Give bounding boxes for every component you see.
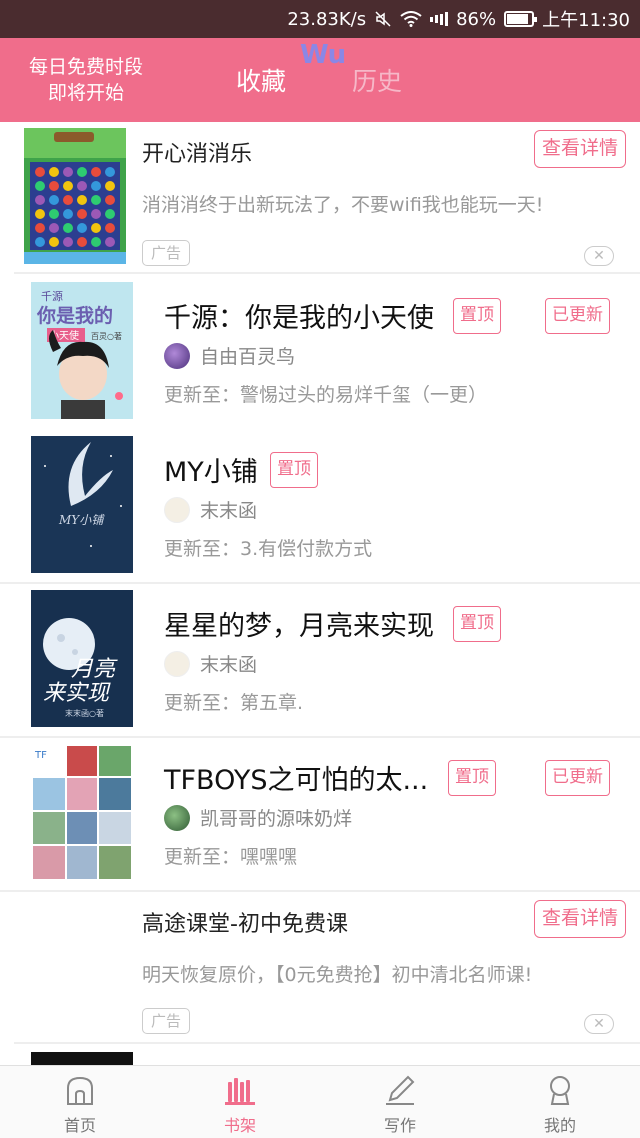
book-title[interactable]: 千源：你是我的小天使 bbox=[164, 296, 434, 335]
author-avatar bbox=[164, 804, 190, 831]
ad-item[interactable]: 高途课堂-初中免费课 查看详情 明天恢复原价，【0元免费抢】初中清北名师课! 广… bbox=[0, 892, 640, 1042]
battery-percent: 86% bbox=[456, 8, 497, 30]
cover-text: 你是我的 bbox=[36, 304, 113, 327]
clock: 上午11:30 bbox=[542, 10, 630, 31]
partial-book-cover bbox=[31, 1052, 133, 1065]
divider bbox=[14, 272, 640, 274]
nav-profile[interactable]: 我的 bbox=[480, 1066, 640, 1138]
nav-label: 写作 bbox=[383, 1116, 416, 1135]
book-title[interactable]: MY小铺 bbox=[164, 450, 258, 489]
battery-level bbox=[507, 14, 528, 24]
wifi-icon bbox=[400, 11, 422, 27]
divider bbox=[0, 736, 640, 738]
ad-tag: 广告 bbox=[142, 240, 191, 266]
cover-text: 月亮 bbox=[71, 657, 118, 682]
updated-badge: 已更新 bbox=[545, 298, 610, 334]
nav-label: 首页 bbox=[63, 1116, 96, 1135]
author-row: 凯哥哥的源味奶烊 bbox=[164, 804, 352, 831]
book-cover[interactable]: 千源 你是我的 小天使 百灵○著 bbox=[31, 282, 133, 419]
book-cover[interactable]: 月亮 来实现 末末函○著 bbox=[31, 590, 133, 727]
latest-update: 更新至：3.有偿付款方式 bbox=[164, 538, 373, 560]
cover-text: MY小铺 bbox=[58, 513, 105, 527]
close-ad-icon[interactable]: ✕ bbox=[584, 1014, 614, 1034]
ad-thumbnail bbox=[24, 128, 126, 264]
cover-text: TF bbox=[34, 750, 47, 761]
book-item[interactable]: TF TFBOYS之可怕的太... 置顶 已更新 凯哥哥的源味奶烊 更新至：嘿嘿… bbox=[0, 744, 640, 896]
cover-text: 末末函○著 bbox=[65, 708, 104, 718]
cover-text: 百灵○著 bbox=[91, 331, 122, 341]
app-logo: Wu bbox=[300, 40, 346, 70]
pinned-badge: 置顶 bbox=[453, 606, 501, 642]
author-avatar bbox=[164, 650, 190, 677]
battery-icon bbox=[504, 11, 538, 27]
nav-label: 书架 bbox=[223, 1116, 256, 1135]
author-row: 自由百灵鸟 bbox=[164, 342, 295, 369]
ad-title[interactable]: 开心消消乐 bbox=[142, 136, 252, 168]
view-details-button[interactable]: 查看详情 bbox=[533, 130, 626, 168]
bookshelf-icon bbox=[224, 1074, 256, 1106]
updated-badge: 已更新 bbox=[545, 760, 610, 796]
author-name: 末末函 bbox=[200, 500, 258, 522]
author-avatar bbox=[164, 342, 190, 369]
author-name: 凯哥哥的源味奶烊 bbox=[200, 808, 353, 830]
author-name: 末末函 bbox=[200, 654, 258, 676]
book-title[interactable]: TFBOYS之可怕的太... bbox=[164, 758, 428, 797]
nav-home[interactable]: 首页 bbox=[0, 1066, 160, 1138]
ad-description: 明天恢复原价，【0元免费抢】初中清北名师课! bbox=[142, 964, 533, 986]
cover-text: 来实现 bbox=[43, 681, 111, 706]
book-item[interactable]: MY小铺 MY小铺 置顶 末末函 更新至：3.有偿付款方式 bbox=[0, 436, 640, 588]
ad-tag: 广告 bbox=[142, 1008, 191, 1034]
profile-icon bbox=[544, 1074, 576, 1106]
ad-description: 消消消终于出新玩法了，不要wifi我也能玩一天! bbox=[142, 194, 544, 216]
promo-line-2: 即将开始 bbox=[47, 82, 124, 104]
status-bar: 23.83K/s 86% 上午11:30 bbox=[0, 0, 640, 38]
tab-favorites[interactable]: 收藏 bbox=[236, 62, 286, 98]
header-bar: 每日免费时段 即将开始 收藏 Wu 历史 bbox=[0, 38, 640, 122]
divider bbox=[14, 1042, 640, 1044]
ad-item[interactable]: 开心消消乐 消消消终于出新玩法了，不要wifi我也能玩一天! 查看详情 广告 ✕ bbox=[0, 122, 640, 272]
free-period-promo[interactable]: 每日免费时段 即将开始 bbox=[0, 38, 172, 122]
book-cover[interactable]: TF bbox=[31, 744, 133, 881]
divider bbox=[0, 582, 640, 584]
nav-label: 我的 bbox=[543, 1116, 576, 1135]
author-row: 末末函 bbox=[164, 496, 257, 523]
bookshelf-list[interactable]: 开心消消乐 消消消终于出新玩法了，不要wifi我也能玩一天! 查看详情 广告 ✕… bbox=[0, 122, 640, 1065]
author-row: 末末函 bbox=[164, 650, 257, 677]
view-details-button[interactable]: 查看详情 bbox=[533, 900, 626, 938]
pen-icon bbox=[384, 1074, 416, 1106]
close-ad-icon[interactable]: ✕ bbox=[584, 246, 614, 266]
pinned-badge: 置顶 bbox=[448, 760, 496, 796]
book-title[interactable]: 星星的梦，月亮来实现 bbox=[164, 604, 434, 643]
promo-line-1: 每日免费时段 bbox=[28, 56, 143, 78]
tab-history[interactable]: 历史 bbox=[352, 62, 402, 98]
home-icon bbox=[64, 1074, 96, 1106]
book-item[interactable]: 月亮 来实现 末末函○著 星星的梦，月亮来实现 置顶 末末函 更新至：第五章. bbox=[0, 590, 640, 742]
author-name: 自由百灵鸟 bbox=[200, 346, 296, 368]
pinned-badge: 置顶 bbox=[270, 452, 318, 488]
nav-bookshelf[interactable]: 书架 bbox=[160, 1066, 320, 1138]
bottom-navigation: 首页 书架 写作 我的 bbox=[0, 1065, 640, 1138]
latest-update: 更新至：嘿嘿嘿 bbox=[164, 846, 298, 868]
ad-title[interactable]: 高途课堂-初中免费课 bbox=[142, 906, 348, 938]
latest-update: 更新至：第五章. bbox=[164, 692, 304, 714]
network-speed: 23.83K/s bbox=[287, 8, 367, 30]
cover-text: 千源 bbox=[41, 289, 63, 303]
pinned-badge: 置顶 bbox=[453, 298, 501, 334]
book-item[interactable]: 千源 你是我的 小天使 百灵○著 千源：你是我的小天使 置顶 已更新 自由百灵鸟… bbox=[0, 282, 640, 434]
author-avatar bbox=[164, 496, 190, 523]
latest-update: 更新至：警惕过头的易烊千玺（一更） bbox=[164, 384, 488, 406]
nav-write[interactable]: 写作 bbox=[320, 1066, 480, 1138]
book-cover[interactable]: MY小铺 bbox=[31, 436, 133, 573]
mute-icon bbox=[374, 10, 392, 28]
signal-icon bbox=[430, 11, 449, 27]
